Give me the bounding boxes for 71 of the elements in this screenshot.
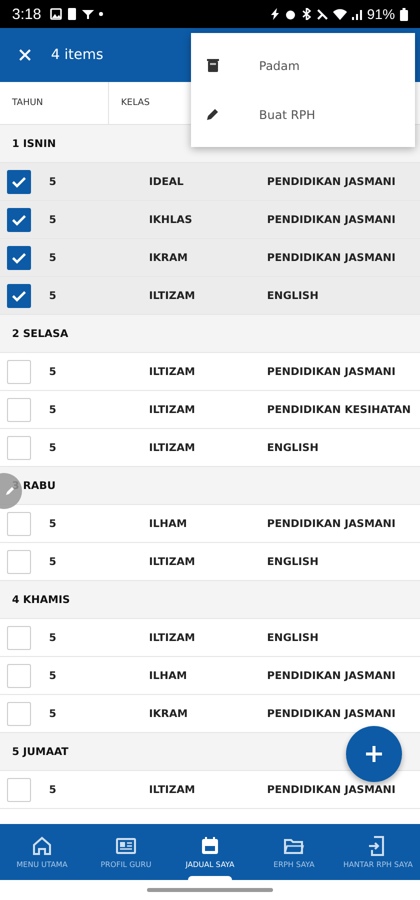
battery-level: 91% — [366, 6, 395, 22]
year-text: 5 — [48, 708, 58, 720]
subject-text: ENGLISH — [267, 290, 319, 302]
class-text: ILHAM — [149, 518, 188, 530]
year-text: 5 — [48, 176, 58, 188]
class-text: IKRAM — [149, 252, 189, 264]
year-text: 5 — [48, 290, 58, 302]
class-text: ILTIZAM — [149, 442, 196, 454]
subject-text: PENDIDIKAN JASMANI — [267, 252, 396, 264]
class-text: ILTIZAM — [149, 784, 196, 796]
wifi-icon — [332, 8, 347, 20]
subject-text: PENDIDIKAN KESIHATAN — [267, 404, 411, 416]
schedule-row[interactable]: 5 IKRAM PENDIDIKAN JASMANI — [0, 239, 420, 277]
year-text: 5 — [48, 784, 58, 796]
calendar-icon — [200, 836, 220, 856]
checkbox[interactable] — [7, 170, 31, 194]
schedule-row[interactable]: 5 IKHLAS PENDIDIKAN JASMANI — [0, 201, 420, 239]
battery-icon — [400, 8, 408, 20]
subject-text: ENGLISH — [267, 556, 319, 568]
schedule-row[interactable]: 5 IDEAL PENDIDIKAN JASMANI — [0, 163, 420, 201]
pencil-icon — [206, 107, 220, 122]
class-text: IKHLAS — [149, 214, 194, 226]
lightning-icon — [270, 8, 280, 20]
year-text: 5 — [48, 404, 58, 416]
year-text: 5 — [48, 518, 58, 530]
selection-count: 4 items — [51, 47, 104, 63]
signal-icon — [352, 8, 362, 20]
subject-text: PENDIDIKAN JASMANI — [267, 176, 396, 188]
year-text: 5 — [48, 632, 58, 644]
phone-icon — [67, 8, 78, 20]
class-text: ILTIZAM — [149, 404, 196, 416]
schedule-row[interactable]: 5 ILTIZAM ENGLISH — [0, 277, 420, 315]
subject-text: PENDIDIKAN JASMANI — [267, 366, 396, 378]
class-text: ILHAM — [149, 670, 188, 682]
day-heading: 2 SELASA — [0, 315, 420, 353]
year-text: 5 — [48, 252, 58, 264]
subject-text: ENGLISH — [267, 632, 319, 644]
plus-icon — [364, 744, 384, 764]
bluetooth-icon — [300, 8, 312, 20]
class-text: ILTIZAM — [149, 290, 196, 302]
clock-time: 3:18 — [12, 6, 42, 22]
checkbox[interactable] — [7, 246, 31, 270]
year-text: 5 — [48, 366, 58, 378]
funnel-icon — [82, 8, 94, 20]
id-card-icon — [116, 836, 136, 856]
home-indicator[interactable] — [147, 888, 273, 892]
class-text: IDEAL — [149, 176, 185, 188]
day-heading: 4 KHAMIS — [0, 581, 420, 619]
class-text: ILTIZAM — [149, 556, 196, 568]
column-header: TAHUN — [0, 82, 109, 124]
subject-text: PENDIDIKAN JASMANI — [267, 670, 396, 682]
active-indicator — [188, 876, 232, 880]
subject-text: PENDIDIKAN JASMANI — [267, 784, 396, 796]
subject-text: ENGLISH — [267, 442, 319, 454]
class-text: ILTIZAM — [149, 366, 196, 378]
year-text: 5 — [48, 556, 58, 568]
checkbox[interactable] — [7, 208, 31, 232]
subject-text: PENDIDIKAN JASMANI — [267, 518, 396, 530]
trash-icon — [206, 58, 220, 73]
checkbox[interactable] — [7, 284, 31, 308]
year-text: 5 — [48, 214, 58, 226]
subject-text: PENDIDIKAN JASMANI — [267, 708, 396, 720]
class-text: ILTIZAM — [149, 632, 196, 644]
image-icon — [50, 8, 62, 20]
dot-icon — [99, 12, 104, 16]
year-text: 5 — [48, 442, 58, 454]
close-icon — [19, 49, 31, 61]
class-text: IKRAM — [149, 708, 189, 720]
home-icon — [32, 836, 52, 856]
subject-text: PENDIDIKAN JASMANI — [267, 214, 396, 226]
year-text: 5 — [48, 670, 58, 682]
